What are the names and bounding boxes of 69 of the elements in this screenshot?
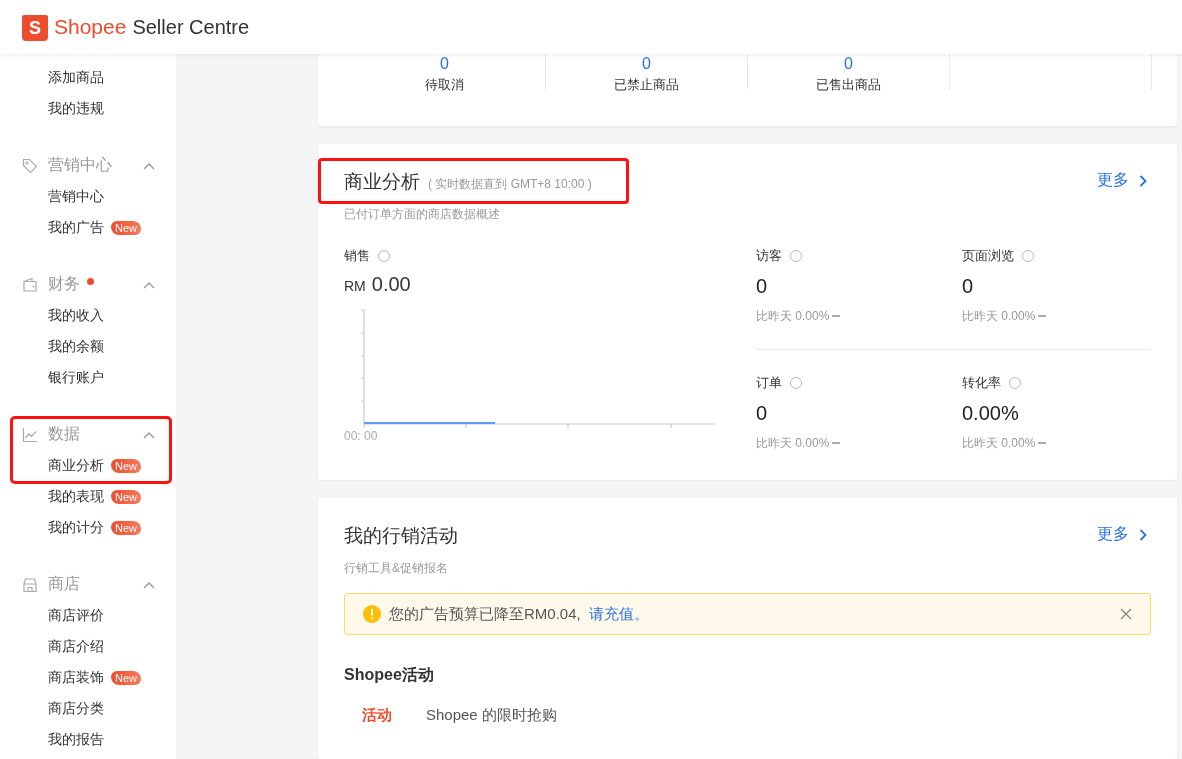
more-link[interactable]: 更多: [1097, 170, 1147, 191]
todo-count[interactable]: 0: [642, 56, 651, 72]
section-subtitle: 已付订单方面的商店数据概述: [344, 206, 501, 223]
section-title: 我的行销活动: [344, 524, 458, 548]
sidebar-item[interactable]: 我的计分: [48, 518, 104, 537]
product-name: Seller Centre: [132, 15, 250, 39]
close-icon[interactable]: [1120, 608, 1132, 620]
campaign-tab[interactable]: Shopee 的限时抢购: [426, 706, 557, 725]
new-badge: New: [111, 220, 141, 235]
metric-label: 转化率: [962, 374, 1001, 392]
campaign-tab[interactable]: 活动: [362, 706, 392, 725]
sidebar-item[interactable]: 我的违规: [48, 99, 104, 118]
metric-label: 订单: [756, 374, 782, 392]
shop-icon: [22, 576, 38, 593]
sidebar-item[interactable]: 营销中心: [48, 187, 104, 206]
todo-count[interactable]: 0: [440, 56, 449, 72]
sidebar-item[interactable]: 商店装饰: [48, 668, 104, 687]
metric-value: 0: [756, 402, 769, 425]
sales-value: 0.00: [371, 273, 411, 296]
subsection-title: Shopee活动: [344, 665, 435, 685]
comparison-text: 比昨天 0.00%: [756, 435, 830, 452]
metric-value: 0: [962, 275, 975, 298]
currency-label: RM: [344, 278, 366, 294]
chevron-right-icon: [1139, 174, 1147, 187]
flat-trend-icon: [832, 315, 841, 318]
title-note: ( 实时数据直到 GMT+8 10:00 ): [428, 176, 592, 193]
flat-trend-icon: [1038, 315, 1047, 318]
line-chart-icon: [22, 426, 38, 443]
sidebar-item[interactable]: 商店评价: [48, 606, 104, 625]
sidebar-item[interactable]: 银行账户: [48, 368, 104, 387]
new-badge: New: [111, 458, 141, 473]
todo-count[interactable]: 0: [844, 56, 853, 72]
sidebar-item[interactable]: 我的广告: [48, 218, 104, 237]
new-badge: New: [111, 670, 141, 685]
wallet-icon: [22, 276, 38, 293]
sidebar-item[interactable]: 我的表现: [48, 487, 104, 506]
metric-label: 页面浏览: [962, 247, 1014, 265]
comparison-text: 比昨天 0.00%: [962, 435, 1036, 452]
sidebar-item[interactable]: 商店分类: [48, 699, 104, 718]
tag-icon: [22, 157, 38, 174]
comparison-text: 比昨天 0.00%: [962, 308, 1036, 325]
todo-label: 已售出商品: [816, 76, 881, 94]
chevron-right-icon: [1139, 528, 1147, 541]
new-badge: New: [111, 520, 141, 535]
sidebar-item[interactable]: 添加商品: [48, 68, 104, 87]
warning-message: 您的广告预算已降至RM0.04,: [389, 604, 581, 624]
sidebar-item[interactable]: 我的报告: [48, 730, 104, 749]
section-title: 商业分析: [344, 170, 420, 194]
metric-value: 0.00%: [962, 402, 1020, 425]
sidebar-item[interactable]: 我的收入: [48, 306, 104, 325]
warning-icon: [363, 605, 381, 623]
metric-label: 访客: [756, 247, 782, 265]
shopee-bag-icon[interactable]: S: [22, 15, 48, 41]
comparison-text: 比昨天 0.00%: [756, 308, 830, 325]
metric-label: 销售: [344, 247, 370, 265]
new-badge: New: [111, 489, 141, 504]
flat-trend-icon: [832, 442, 841, 445]
more-link[interactable]: 更多: [1097, 524, 1147, 545]
section-subtitle: 行销工具&促销报名: [344, 560, 449, 577]
sidebar-item[interactable]: 我的余额: [48, 337, 104, 356]
metric-value: 0: [756, 275, 769, 298]
sidebar-item[interactable]: 商业分析: [48, 456, 104, 475]
brand-name: Shopee: [54, 15, 127, 39]
todo-label: 待取消: [425, 76, 464, 94]
axis-label: 00: 00: [344, 429, 379, 443]
sidebar-item[interactable]: 商店介绍: [48, 637, 104, 656]
recharge-link[interactable]: 请充值。: [588, 604, 649, 624]
flat-trend-icon: [1038, 442, 1047, 445]
todo-label: 已禁止商品: [614, 76, 679, 94]
